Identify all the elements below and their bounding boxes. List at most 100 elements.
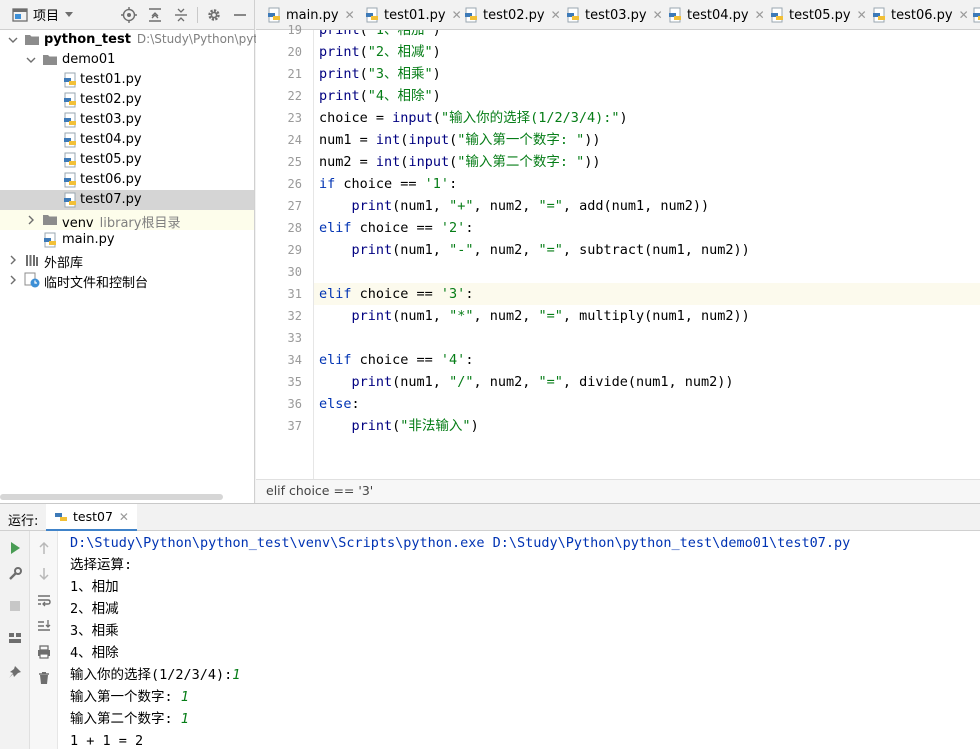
code-line: print(num1, "/", num2, "=", divide(num1,… (319, 371, 734, 393)
close-icon[interactable]: ✕ (959, 8, 969, 22)
wrench-icon[interactable] (6, 565, 24, 583)
project-title[interactable]: 项目 (33, 5, 59, 24)
code-token: '2' (440, 220, 466, 236)
python-file-icon (62, 112, 78, 128)
run-toolbar-secondary (30, 531, 58, 749)
chevron-right-icon[interactable] (8, 255, 18, 265)
tree-item-file[interactable]: test07.py (0, 190, 254, 210)
locate-icon[interactable] (120, 6, 138, 24)
tree-item-external-libraries[interactable]: 外部库 (0, 250, 254, 271)
file-name: test02.py (80, 92, 142, 107)
editor-tab[interactable]: test01.py ✕ (364, 0, 462, 29)
code-line: print(num1, "+", num2, "=", add(num1, nu… (319, 195, 710, 217)
gear-icon[interactable] (205, 6, 223, 24)
close-icon[interactable]: ✕ (345, 8, 355, 22)
scroll-to-end-icon[interactable] (35, 617, 53, 635)
console-text: 4、相除 (70, 645, 119, 661)
close-icon[interactable]: ✕ (857, 8, 867, 22)
code-token: "输入你的选择(1/2/3/4):" (440, 110, 620, 126)
horizontal-scrollbar[interactable] (0, 494, 223, 500)
code-token: ( (359, 88, 368, 104)
close-icon[interactable]: ✕ (755, 8, 765, 22)
code-token: , divide(num1, num2)) (562, 374, 734, 390)
editor-tab[interactable]: test05.py ✕ (769, 0, 867, 29)
code-token: choice == (351, 220, 441, 236)
venv-note: library根目录 (99, 216, 181, 231)
print-icon[interactable] (35, 643, 53, 661)
run-tab[interactable]: test07 ✕ (46, 504, 137, 531)
close-icon[interactable]: ✕ (653, 8, 663, 22)
expand-all-icon[interactable] (146, 6, 164, 24)
close-icon[interactable]: ✕ (452, 8, 462, 22)
code-token: print (351, 418, 393, 434)
code-token: ) (432, 88, 441, 104)
rerun-icon[interactable] (6, 539, 24, 557)
arrow-up-icon[interactable] (35, 539, 53, 557)
code-token: ( (359, 66, 368, 82)
tree-item-file[interactable]: test04.py (0, 130, 254, 150)
editor-tab[interactable]: test06.py ✕ (871, 0, 969, 29)
file-name: test04.py (80, 132, 142, 147)
python-file-icon (54, 510, 68, 524)
code-token: (num1, (392, 242, 450, 258)
chevron-right-icon[interactable] (8, 275, 18, 285)
run-tab-label: test07 (73, 509, 113, 524)
python-file-icon (266, 7, 282, 23)
code-token: input (392, 110, 433, 126)
close-icon[interactable]: ✕ (551, 8, 561, 22)
console-output[interactable]: D:\Study\Python\python_test\venv\Scripts… (58, 531, 980, 749)
line-number: 23 (287, 111, 302, 125)
console-text: 1、相加 (70, 579, 119, 595)
chevron-right-icon[interactable] (26, 215, 36, 225)
code-token: : (351, 396, 360, 412)
editor-tab[interactable]: test03.py ✕ (565, 0, 663, 29)
code-line: else: (319, 393, 360, 415)
chevron-down-icon[interactable] (26, 55, 36, 65)
tree-item-file[interactable]: test01.py (0, 70, 254, 90)
code-token: "非法输入" (400, 418, 471, 434)
breadcrumb[interactable]: elif choice == '3' (256, 479, 980, 503)
editor-tab[interactable]: test04.py ✕ (667, 0, 765, 29)
stop-icon[interactable] (6, 597, 24, 615)
run-label: 运行: (8, 514, 39, 529)
tree-item-scratches[interactable]: 临时文件和控制台 (0, 270, 254, 291)
tree-item-file[interactable]: test02.py (0, 90, 254, 110)
file-name: main.py (62, 232, 115, 247)
minimize-icon[interactable] (231, 6, 249, 24)
code-line: print("4、相除") (319, 85, 441, 107)
python-file-icon (62, 192, 78, 208)
close-icon[interactable]: ✕ (119, 510, 129, 524)
project-window-icon[interactable] (12, 7, 28, 22)
python-file-icon[interactable] (971, 7, 980, 23)
soft-wrap-icon[interactable] (35, 591, 53, 609)
line-number: 36 (287, 397, 302, 411)
code-token: "=" (538, 198, 563, 214)
tree-item-demo01[interactable]: demo01 (0, 50, 254, 70)
arrow-down-icon[interactable] (35, 565, 53, 583)
chevron-down-icon[interactable] (8, 35, 18, 45)
project-tool-window: 项目 python_test D:\Study\Python\pytho demo… (0, 0, 273, 503)
editor-tab[interactable]: test02.py ✕ (463, 0, 561, 29)
scratches-icon (24, 272, 40, 288)
tree-item-file[interactable]: test06.py (0, 170, 254, 190)
layout-icon[interactable] (6, 629, 24, 647)
tree-item-venv[interactable]: venv library根目录 (0, 210, 254, 231)
pin-icon[interactable] (6, 663, 24, 681)
trash-icon[interactable] (35, 669, 53, 687)
tree-item-main[interactable]: main.py (0, 230, 254, 250)
code-token: "1、相加" (367, 30, 433, 38)
line-number: 29 (287, 243, 302, 257)
tree-item-root[interactable]: python_test D:\Study\Python\pytho (0, 30, 273, 50)
code-editor[interactable]: print("1、相加") print("2、相减") print("3、相乘") p… (314, 30, 980, 479)
code-token: elif (319, 220, 352, 236)
code-token: ) (432, 30, 441, 38)
collapse-all-icon[interactable] (172, 6, 190, 24)
python-file-icon (565, 7, 581, 23)
dropdown-arrow-icon[interactable] (65, 11, 74, 18)
tree-item-file[interactable]: test05.py (0, 150, 254, 170)
code-token: (num1, (392, 198, 450, 214)
code-token: "=" (538, 242, 563, 258)
code-token: )) (584, 132, 601, 148)
tree-item-file[interactable]: test03.py (0, 110, 254, 130)
